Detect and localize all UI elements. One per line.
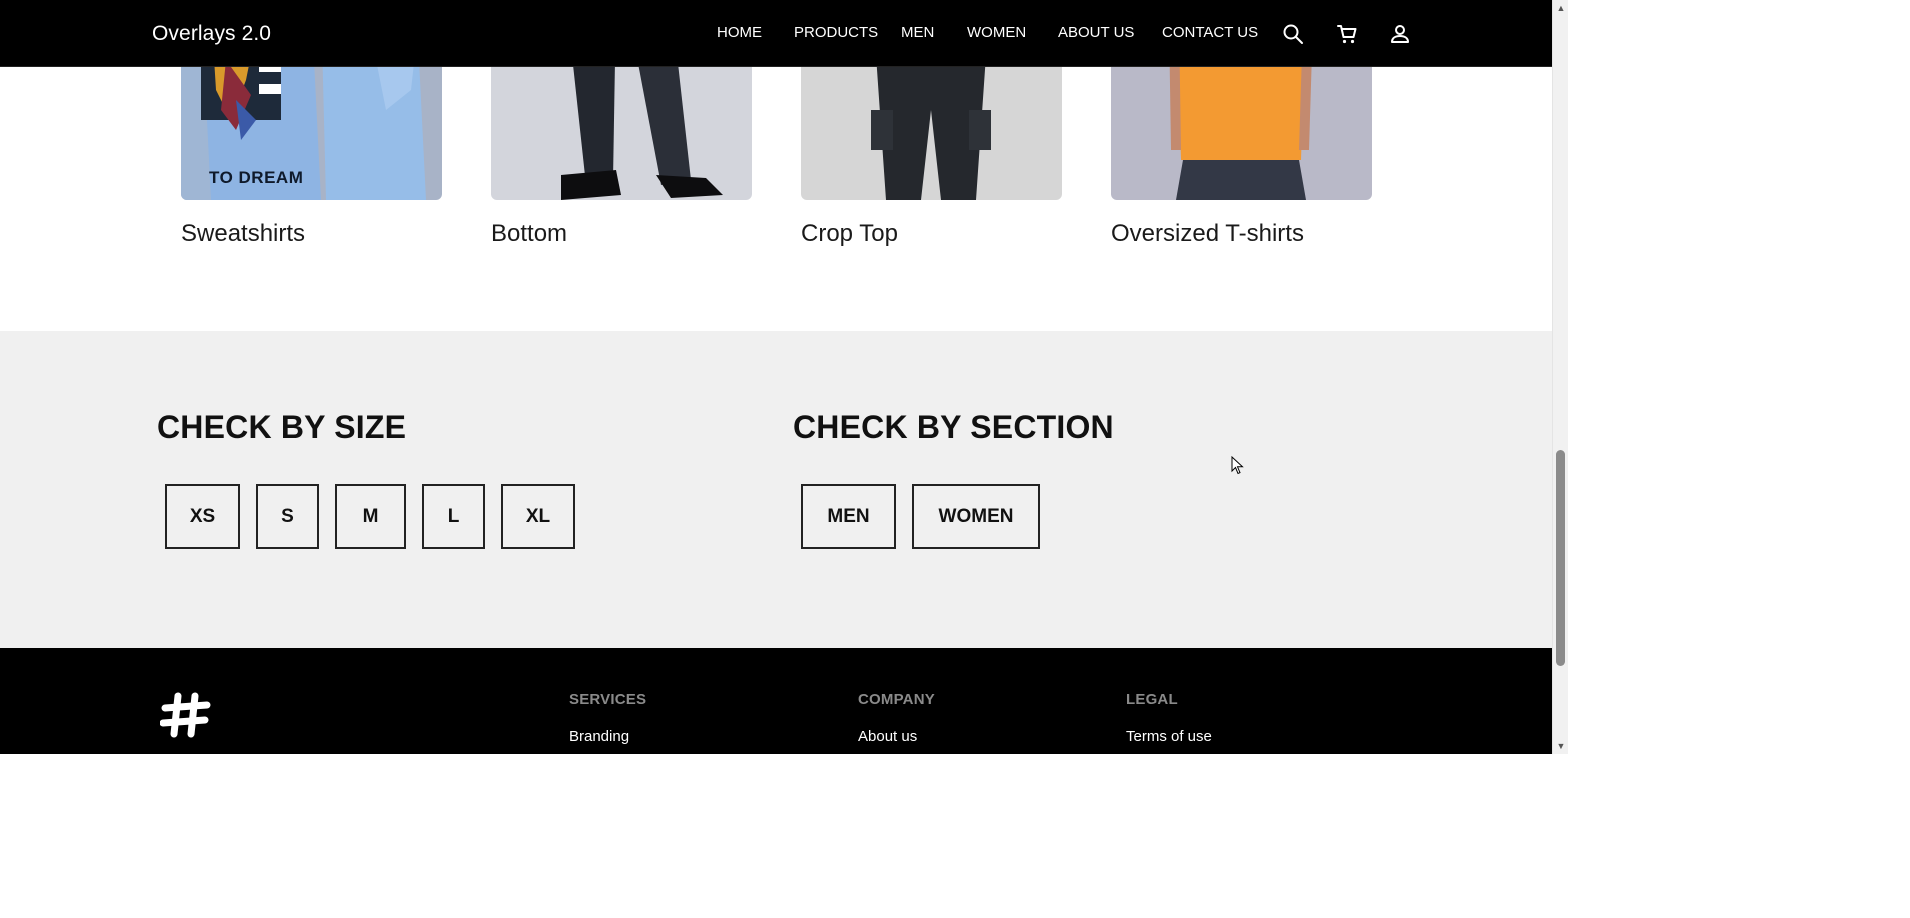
size-xl-button[interactable]: XL [501,484,575,549]
size-xs-button[interactable]: XS [165,484,240,549]
nav-men[interactable]: MEN [901,24,934,41]
section-men-button[interactable]: MEN [801,484,896,549]
footer-heading-services: SERVICES [569,691,647,708]
category-label[interactable]: Sweatshirts [181,220,305,248]
footer-heading-company: COMPANY [858,691,935,708]
footer-link-terms[interactable]: Terms of use [1126,728,1212,745]
footer: SERVICES Branding COMPANY About us LEGAL… [0,648,1552,754]
category-label[interactable]: Oversized T-shirts [1111,220,1304,248]
section-heading: CHECK BY SECTION [793,409,1114,445]
nav-products[interactable]: PRODUCTS [794,24,878,41]
scroll-down-icon[interactable]: ▼ [1556,741,1566,751]
search-icon[interactable] [1281,22,1305,46]
nav-home[interactable]: HOME [717,24,762,41]
nav-about-us[interactable]: ABOUT US [1058,24,1134,41]
sweatshirt-print-text: TO DREAM [209,168,304,187]
nav-contact-us[interactable]: CONTACT US [1162,24,1258,41]
scroll-thumb[interactable] [1556,450,1565,666]
footer-heading-legal: LEGAL [1126,691,1178,708]
size-m-button[interactable]: M [335,484,406,549]
category-label[interactable]: Bottom [491,220,567,248]
mouse-cursor-icon [1231,455,1245,476]
brand-logo[interactable]: Overlays 2.0 [152,22,271,46]
hash-logo-icon[interactable] [159,690,212,740]
size-s-button[interactable]: S [256,484,319,549]
top-navigation: Overlays 2.0 HOME PRODUCTS MEN WOMEN ABO… [0,0,1552,67]
cart-icon[interactable] [1335,22,1359,46]
size-l-button[interactable]: L [422,484,485,549]
section-women-button[interactable]: WOMEN [912,484,1040,549]
footer-link-about-us[interactable]: About us [858,728,917,745]
scroll-up-icon[interactable]: ▲ [1556,3,1566,13]
filter-section: CHECK BY SIZE XS S M L XL CHECK BY SECTI… [0,331,1552,648]
size-heading: CHECK BY SIZE [157,409,407,445]
page: TO DREAM Sweatshirts Bottom Crop Top Ove… [0,0,1552,754]
nav-women[interactable]: WOMEN [967,24,1026,41]
category-label[interactable]: Crop Top [801,220,898,248]
footer-link-branding[interactable]: Branding [569,728,629,745]
user-icon[interactable] [1388,22,1412,46]
vertical-scrollbar[interactable]: ▲ ▼ [1552,0,1568,754]
